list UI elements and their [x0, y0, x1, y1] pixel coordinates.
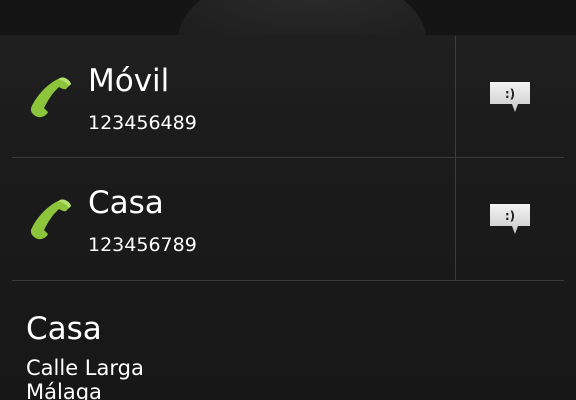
sms-smiley-icon: :) [490, 82, 530, 112]
send-sms-button-mobile[interactable]: :) [456, 36, 564, 158]
sms-glyph: :) [505, 209, 515, 223]
phone-type-label: Móvil [88, 63, 170, 99]
address-type-label: Casa [26, 311, 102, 347]
column-divider [455, 36, 456, 280]
phone-type-label: Casa [88, 185, 164, 221]
sms-glyph: :) [505, 87, 515, 101]
phone-row-home[interactable]: Casa 123456789 [12, 158, 454, 280]
contact-photo-header [0, 0, 576, 35]
send-sms-button-home[interactable]: :) [456, 158, 564, 280]
phone-row-mobile[interactable]: Móvil 123456489 [12, 36, 454, 158]
row-divider [12, 280, 564, 281]
contact-details-screen: Móvil 123456489 :) Casa 123456789:) Cas… [0, 0, 576, 400]
phone-number: 123456489 [88, 112, 197, 134]
address-city: Málaga [26, 380, 102, 400]
phone-number: 123456789 [88, 234, 197, 256]
address-street: Calle Larga [26, 356, 144, 380]
phone-handset-icon [30, 199, 71, 240]
phone-handset-icon [30, 77, 71, 118]
sms-smiley-icon: :) [490, 204, 530, 234]
contact-photo-silhouette [178, 0, 426, 35]
address-row-home[interactable]: Casa Calle Larga Málaga [12, 282, 564, 400]
